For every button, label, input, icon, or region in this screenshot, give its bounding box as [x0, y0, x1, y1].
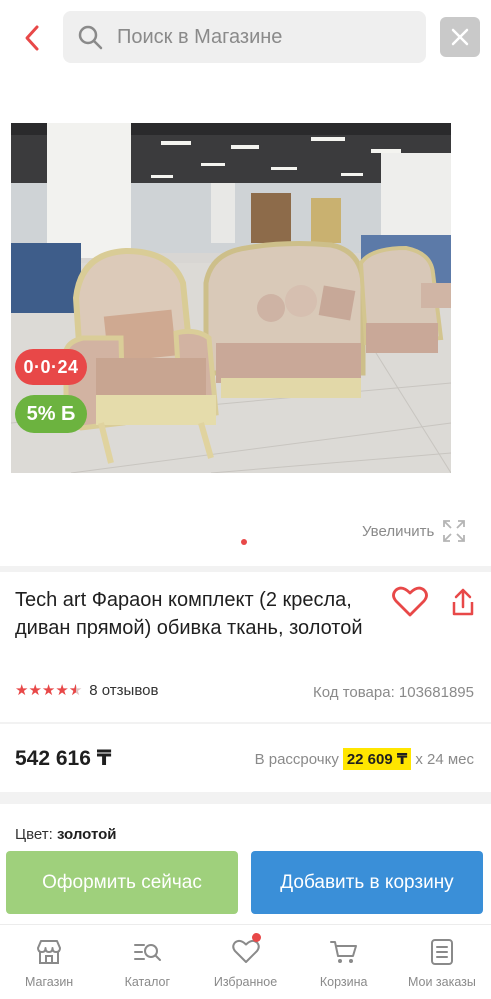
- star-icon: ★: [15, 681, 29, 699]
- half-star-icon: ★★: [68, 681, 83, 699]
- orders-icon: [427, 937, 457, 967]
- shop-icon: [34, 937, 64, 967]
- zoom-label: Увеличить: [362, 522, 435, 540]
- tab-cart[interactable]: Корзина: [295, 925, 393, 999]
- top-bar: [0, 0, 491, 76]
- bottom-tab-bar: Магазин Каталог Избранное Корзина Мои за…: [0, 924, 491, 999]
- heart-icon: [392, 586, 428, 617]
- back-button[interactable]: [14, 20, 50, 56]
- star-icon: ★: [55, 681, 69, 699]
- installment-info[interactable]: В рассрочку 22 609 ₸ х 24 мес: [255, 748, 474, 770]
- search-input[interactable]: [117, 25, 397, 49]
- installment-suffix: х 24 мес: [415, 750, 474, 768]
- tab-catalog[interactable]: Каталог: [98, 925, 196, 999]
- star-rating: ★ ★ ★ ★ ★★: [15, 681, 83, 699]
- color-row: Цвет: золотой: [15, 826, 116, 843]
- search-box[interactable]: [63, 11, 426, 63]
- tab-label: Каталог: [124, 975, 171, 989]
- product-sku: Код товара: 103681895: [313, 684, 474, 701]
- cart-icon: [329, 937, 359, 967]
- color-label: Цвет:: [15, 826, 53, 843]
- product-gallery: 0·0·24 5% Б Увеличить: [0, 76, 491, 566]
- star-icon: ★: [41, 681, 56, 699]
- tab-orders[interactable]: Мои заказы: [393, 925, 491, 999]
- clear-search-button[interactable]: [440, 17, 480, 57]
- tab-label: Мои заказы: [407, 975, 476, 989]
- divider: [0, 792, 491, 804]
- zoom-link[interactable]: Увеличить: [362, 519, 466, 543]
- expand-icon: [443, 520, 466, 542]
- share-button[interactable]: [447, 584, 479, 620]
- tab-favorites[interactable]: Избранное: [196, 925, 294, 999]
- tab-label: Избранное: [213, 975, 278, 989]
- buy-now-button[interactable]: Оформить сейчас: [6, 851, 238, 914]
- favorite-button[interactable]: [391, 584, 429, 620]
- color-value: золотой: [56, 826, 117, 843]
- gallery-page-indicator: [241, 539, 247, 545]
- price-row: 542 616 ₸ В рассрочку 22 609 ₸ х 24 мес: [0, 724, 491, 792]
- product-price: 542 616 ₸: [15, 747, 112, 770]
- installment-amount: 22 609 ₸: [342, 748, 412, 770]
- add-to-cart-button[interactable]: Добавить в корзину: [251, 851, 483, 914]
- product-info: Tech art Фараон комплект (2 кресла, дива…: [0, 572, 491, 722]
- share-icon: [452, 588, 474, 616]
- star-icon: ★: [28, 681, 42, 699]
- reviews-count[interactable]: 8 отзывов: [89, 682, 158, 699]
- chevron-left-icon: [25, 25, 39, 51]
- timer-badge: 0·0·24: [15, 349, 87, 385]
- tab-label: Корзина: [319, 975, 368, 989]
- installment-prefix: В рассрочку: [254, 750, 339, 768]
- search-icon: [75, 22, 105, 52]
- tab-shop[interactable]: Магазин: [0, 925, 98, 999]
- bonus-badge: 5% Б: [15, 395, 87, 433]
- rating[interactable]: ★ ★ ★ ★ ★★ 8 отзывов: [15, 682, 158, 699]
- catalog-search-icon: [132, 937, 162, 967]
- product-title: Tech art Фараон комплект (2 кресла, дива…: [15, 589, 363, 639]
- tab-label: Магазин: [24, 975, 74, 989]
- close-icon: [451, 28, 469, 46]
